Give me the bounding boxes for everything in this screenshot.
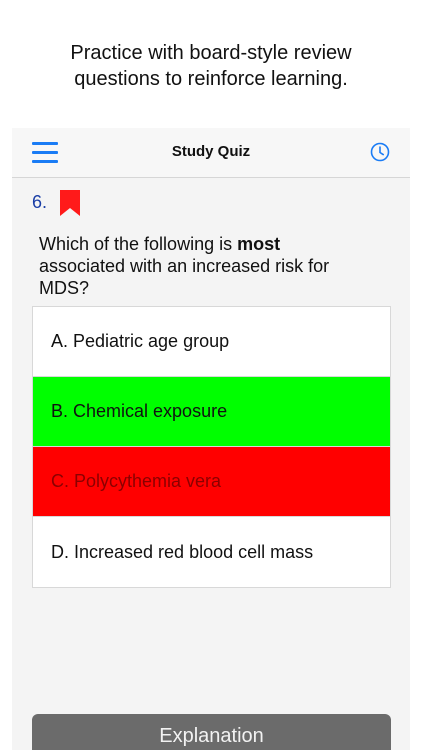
question-text: Which of the following is most associate…	[39, 233, 369, 299]
question-text-emphasis: most	[237, 234, 281, 254]
bookmark-icon[interactable]	[60, 190, 80, 216]
question-number: 6.	[32, 192, 48, 212]
question-text-end: associated with an increased risk for MD…	[39, 256, 330, 298]
app-screen: Study Quiz 6. Which of the following is …	[12, 128, 410, 750]
explanation-button[interactable]: Explanation	[32, 714, 391, 750]
answer-option-a[interactable]: A. Pediatric age group	[33, 307, 390, 377]
answer-option-c[interactable]: C. Polycythemia vera	[33, 447, 390, 517]
answer-option-d[interactable]: D. Increased red blood cell mass	[33, 517, 390, 587]
clock-icon[interactable]	[370, 142, 390, 162]
page-title: Study Quiz	[171, 143, 251, 160]
caption-line-1: Practice with board-style review	[70, 42, 352, 64]
question-text-start: Which of the following is	[39, 234, 238, 254]
answer-list: A. Pediatric age group B. Chemical expos…	[32, 306, 391, 588]
navigation-bar: Study Quiz	[12, 128, 410, 178]
caption-line-2: questions to reinforce learning.	[74, 68, 348, 90]
promo-caption: Practice with board-style review questio…	[0, 40, 422, 92]
answer-option-b[interactable]: B. Chemical exposure	[33, 377, 390, 447]
